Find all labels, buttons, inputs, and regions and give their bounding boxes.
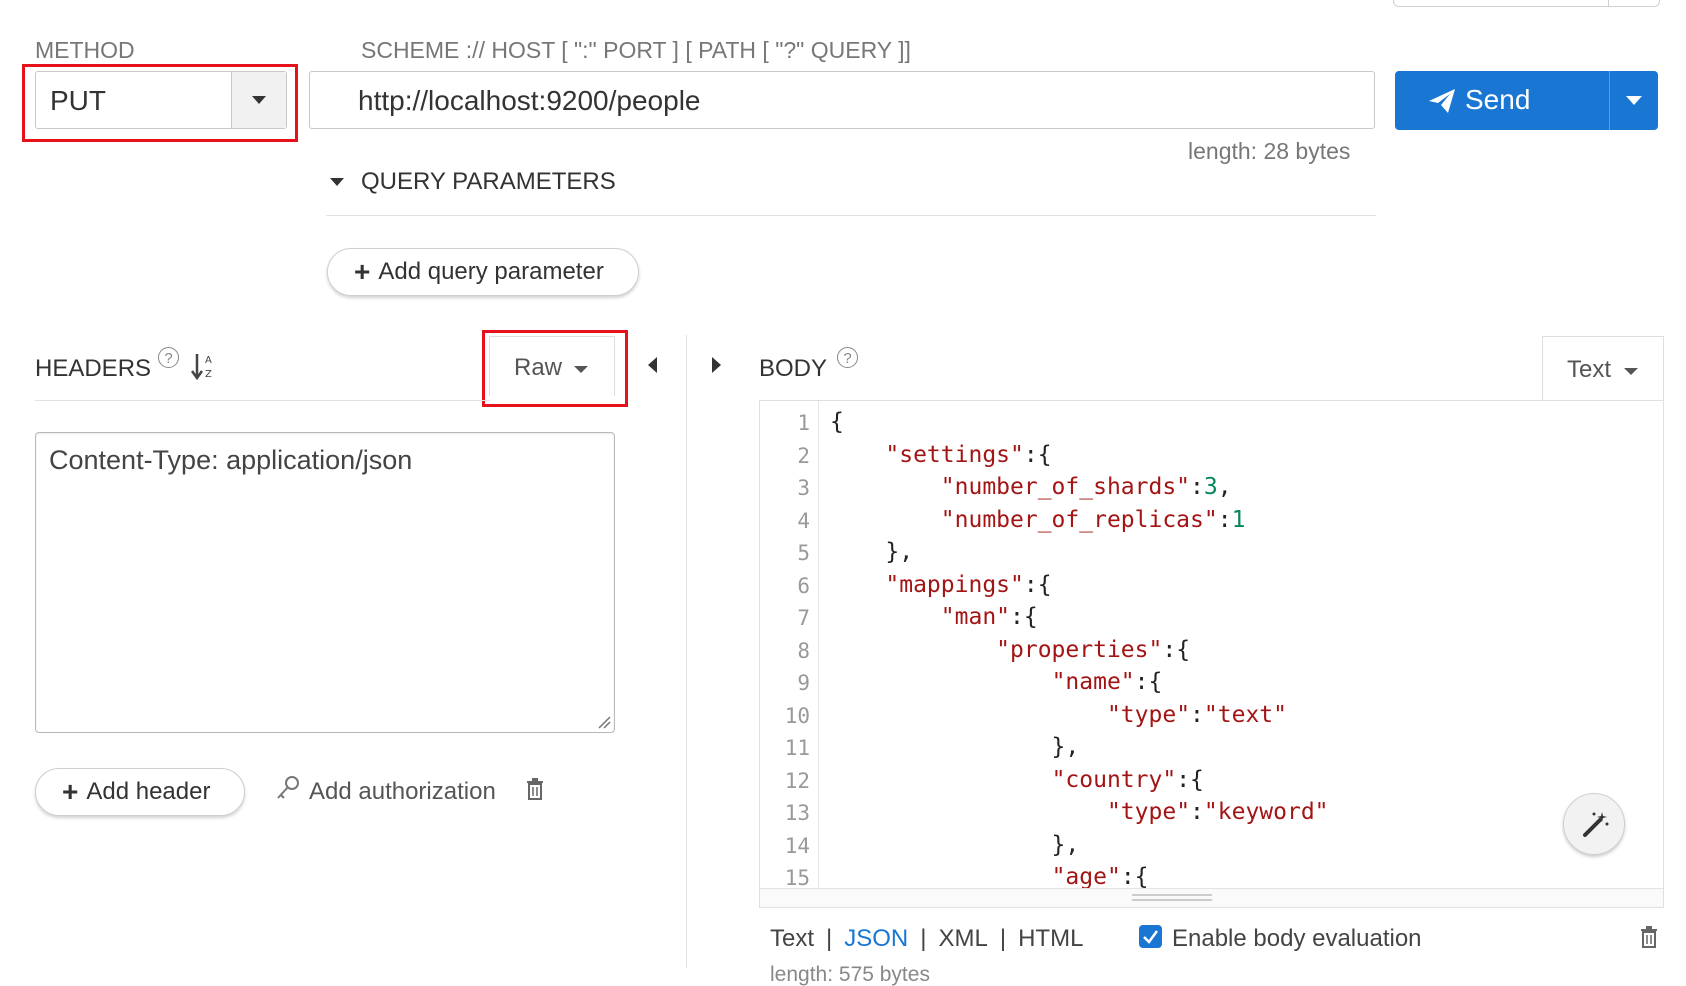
code-line: "name":{ (1051, 669, 1163, 695)
code-line: "type":"text" (1106, 701, 1287, 728)
editor-resize-bar[interactable] (760, 888, 1663, 907)
headers-textarea[interactable]: Content-Type: application/json (35, 432, 615, 733)
magic-wand-icon (1583, 812, 1609, 837)
code-line: }, (830, 734, 1080, 760)
body-title: BODY (759, 355, 828, 382)
add-query-parameter-label: Add query parameter (378, 258, 604, 285)
add-query-parameter-button[interactable]: + Add query parameter (327, 248, 639, 296)
url-label: SCHEME :// HOST [ ":" PORT ] [ PATH [ "?… (361, 37, 911, 63)
chevron-down-icon (1626, 96, 1642, 105)
code-line: { (830, 409, 844, 435)
body-mode-dropdown[interactable]: Text (1542, 336, 1664, 400)
body-code-editor[interactable]: 1 2 3 4 5 6 7 8 9 10 11 12 13 14 15 { "settings":{ "nu… (759, 400, 1664, 908)
body-mode-label: Text (1567, 356, 1612, 383)
svg-text:Z: Z (205, 369, 212, 380)
format-text-link[interactable]: Text (770, 925, 814, 952)
svg-text:A: A (205, 355, 212, 366)
line-number: 2 (797, 443, 810, 468)
url-value: http://localhost:9200/people (358, 85, 701, 116)
method-highlight-box (22, 64, 298, 142)
line-number-gutter: 1 2 3 4 5 6 7 8 9 10 11 12 13 14 15 (760, 401, 819, 890)
add-header-label: Add header (86, 778, 211, 805)
code-content[interactable]: { "settings":{ "number_of_shards":3, "nu… (830, 401, 1663, 889)
url-input[interactable]: http://localhost:9200/people (309, 71, 1375, 129)
expand-right-icon[interactable] (712, 357, 721, 373)
send-label: Send (1465, 84, 1531, 115)
query-parameters-title[interactable]: QUERY PARAMETERS (361, 168, 616, 196)
code-line: "properties":{ (996, 636, 1191, 663)
checkmark-icon (1143, 930, 1159, 944)
line-number: 4 (797, 508, 810, 533)
key-icon (277, 776, 299, 799)
url-length: length: 28 bytes (1188, 138, 1351, 164)
chevron-down-icon (1624, 368, 1638, 375)
send-button[interactable]: Send (1395, 71, 1658, 130)
headers-content: Content-Type: application/json (49, 445, 413, 475)
line-number: 7 (797, 606, 810, 630)
method-label: METHOD (35, 37, 135, 63)
plus-icon: + (62, 776, 79, 807)
body-format-switcher: Text | JSON | XML | HTML (770, 925, 1084, 952)
line-number: 14 (784, 833, 810, 858)
resize-handle-icon[interactable] (597, 715, 611, 729)
add-authorization-link[interactable]: Add authorization (309, 778, 496, 806)
code-line: "number_of_shards":3, (940, 474, 1232, 500)
body-length: length: 575 bytes (770, 963, 930, 986)
line-number: 5 (797, 541, 810, 565)
code-line: "number_of_replicas":1 (940, 506, 1246, 533)
panel-splitter[interactable] (686, 335, 687, 968)
code-line: }, (830, 831, 1080, 858)
code-line: }, (830, 539, 914, 565)
collapse-triangle-icon[interactable] (330, 178, 344, 186)
code-line: "type":"keyword" (1106, 799, 1329, 825)
line-number: 9 (797, 671, 810, 695)
code-line: "mappings":{ (885, 571, 1052, 598)
line-number: 13 (784, 801, 810, 825)
add-header-button[interactable]: + Add header (35, 768, 245, 816)
line-number: 11 (784, 736, 810, 760)
top-dropdown-stub[interactable] (1393, 0, 1660, 7)
plus-icon: + (354, 256, 371, 287)
line-number: 12 (784, 768, 810, 793)
paper-plane-icon (1429, 89, 1455, 113)
format-html-link[interactable]: HTML (1018, 925, 1083, 952)
format-xml-link[interactable]: XML (939, 925, 988, 952)
headers-help-icon[interactable]: ? (158, 347, 179, 368)
query-divider (326, 215, 1376, 216)
format-json-link[interactable]: JSON (844, 925, 908, 952)
trash-icon[interactable] (1640, 926, 1658, 948)
body-evaluation-checkbox[interactable] (1139, 925, 1162, 948)
line-number: 8 (797, 638, 810, 663)
line-number: 3 (797, 476, 810, 500)
collapse-left-icon[interactable] (648, 357, 657, 373)
code-line: "age":{ (1051, 864, 1149, 889)
code-line: "man":{ (940, 604, 1038, 630)
sort-alpha-icon[interactable]: A Z (191, 352, 215, 380)
body-help-icon[interactable]: ? (837, 347, 858, 368)
headers-divider (35, 400, 490, 401)
code-line: "country":{ (1051, 766, 1204, 793)
line-number: 1 (797, 411, 810, 435)
line-number: 15 (784, 866, 810, 890)
send-options-button[interactable] (1609, 71, 1658, 130)
raw-highlight-box (482, 330, 628, 407)
trash-icon[interactable] (526, 778, 544, 800)
line-number: 6 (797, 573, 810, 598)
line-number: 10 (784, 703, 810, 728)
headers-title: HEADERS (35, 355, 152, 382)
beautify-button[interactable] (1563, 793, 1625, 855)
body-evaluation-label[interactable]: Enable body evaluation (1172, 925, 1422, 953)
code-line: "settings":{ (885, 441, 1052, 468)
